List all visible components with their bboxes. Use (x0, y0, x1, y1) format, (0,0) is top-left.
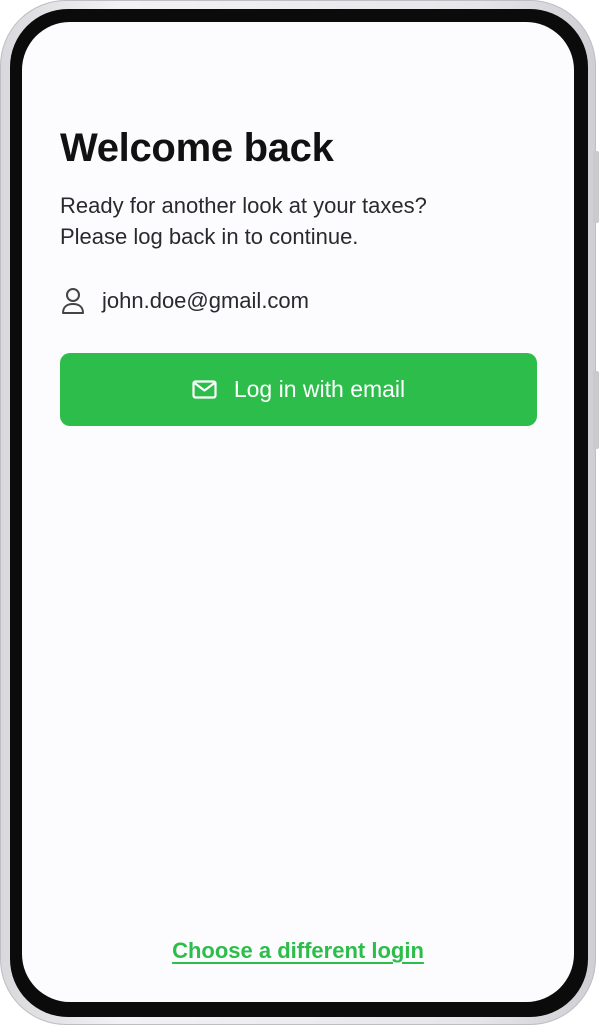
user-icon (60, 286, 86, 316)
login-with-email-button[interactable]: Log in with email (60, 353, 537, 426)
choose-different-login-link[interactable]: Choose a different login (22, 938, 574, 964)
mail-icon (192, 380, 218, 400)
screen: Welcome back Ready for another look at y… (22, 22, 574, 1002)
power-button (593, 371, 599, 449)
volume-button (593, 151, 599, 223)
page-title: Welcome back (60, 126, 334, 170)
subtitle-line-2: Please log back in to continue. (60, 224, 359, 249)
account-email: john.doe@gmail.com (102, 288, 309, 313)
page-subtitle: Ready for another look at your taxes? Pl… (60, 190, 530, 252)
account-row: john.doe@gmail.com (60, 286, 309, 316)
login-button-label: Log in with email (233, 376, 406, 402)
subtitle-line-1: Ready for another look at your taxes? (60, 193, 427, 218)
